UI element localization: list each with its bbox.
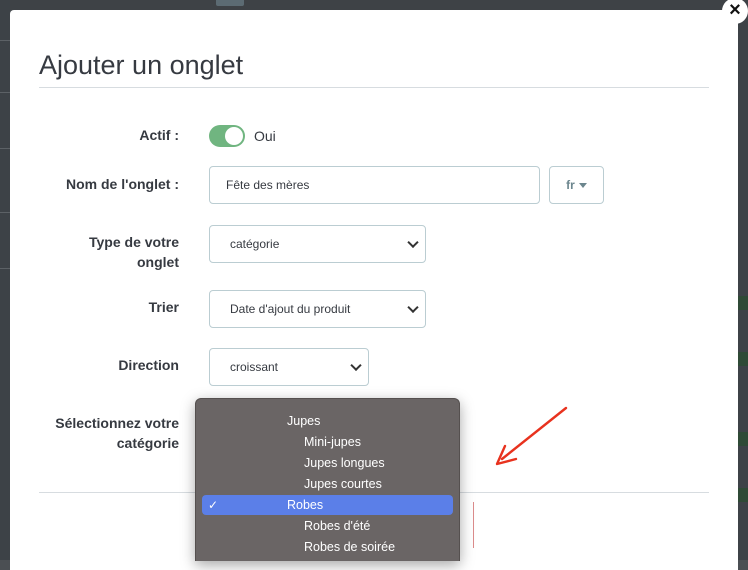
category-option-label: Robes de soirée [304,540,396,554]
chevron-down-icon [407,301,419,314]
sort-select[interactable]: Date d'ajout du produit [209,290,426,328]
category-dropdown-menu: Jupes Mini-jupes Jupes longues Jupes courte… [195,398,460,561]
category-option[interactable]: Mini-jupes [202,432,453,452]
checkmark-icon: ✓ [208,498,219,512]
footer-button-edge [473,502,474,548]
category-option-label: Jupes longues [304,456,385,470]
caret-down-icon [578,182,587,188]
page-backdrop-top [0,0,748,10]
tab-name-input[interactable]: Fête des mères [209,166,540,204]
category-label: Sélectionnez votre catégorie [55,415,179,451]
active-label: Actif : [139,127,179,143]
direction-value: croissant [230,360,279,374]
category-option-label: Robes [287,498,324,512]
category-option[interactable]: Robes de soirée [202,537,453,557]
language-dropdown-button[interactable]: fr [549,166,604,204]
category-option-label: Jupes [287,414,321,428]
switch-knob [225,127,243,145]
category-option[interactable]: Jupes longues [202,453,453,473]
category-option[interactable]: Jupes [202,411,453,431]
page-backdrop-left [0,0,10,560]
tab-type-value: catégorie [230,237,280,251]
divider [39,87,709,88]
language-code: fr [566,178,575,192]
category-option-label: Jupes courtes [304,477,382,491]
category-option-label: Robes d'été [304,519,371,533]
active-switch[interactable] [209,125,245,147]
direction-label: Direction [118,357,179,373]
active-switch-label: Oui [254,128,276,144]
category-option-label: Mini-jupes [304,435,361,449]
backdrop-tab [216,0,244,6]
tab-type-label: Type de votre onglet [89,234,179,270]
modal-title: Ajouter un onglet [39,50,244,80]
chevron-down-icon [407,236,419,249]
page-backdrop-right [738,0,748,560]
tab-name-value: Fête des mères [226,178,310,192]
sort-value: Date d'ajout du produit [230,302,351,316]
category-option[interactable]: Jupes courtes [202,474,453,494]
chevron-down-icon [350,359,362,372]
category-option[interactable]: ✓ Robes [202,495,453,515]
sort-label: Trier [148,299,179,315]
tab-type-select[interactable]: catégorie [209,225,426,263]
tab-name-label: Nom de l'onglet : [66,176,179,192]
direction-select[interactable]: croissant [209,348,369,386]
category-option[interactable]: Robes d'été [202,516,453,536]
